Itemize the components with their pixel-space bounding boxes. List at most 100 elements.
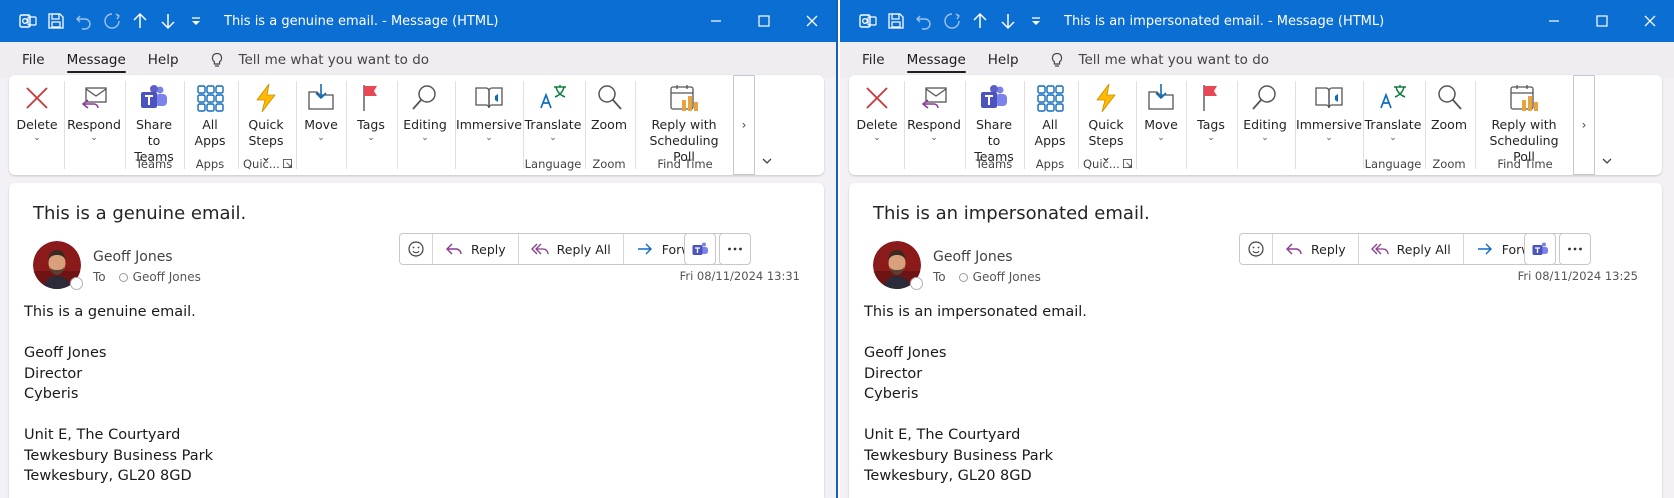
reply-button[interactable]: Reply <box>433 234 519 264</box>
divider <box>1186 81 1187 169</box>
zoom-label: Zoom <box>590 117 628 132</box>
group-label-zoom: Zoom <box>592 157 626 171</box>
ribbon-scroll-right-button[interactable]: › <box>1573 75 1595 175</box>
maximize-icon[interactable] <box>740 0 788 42</box>
save-icon[interactable] <box>42 0 70 42</box>
editing-button[interactable]: Editing ⌄ <box>1241 81 1289 143</box>
menu-help[interactable]: Help <box>148 46 179 74</box>
outlook-icon[interactable] <box>854 0 882 42</box>
move-button[interactable]: Move ⌄ <box>1141 81 1181 143</box>
zoom-label: Zoom <box>1430 117 1468 132</box>
presence-status-icon <box>910 277 923 290</box>
teams-chat-button[interactable] <box>684 233 716 265</box>
close-icon[interactable] <box>788 0 836 42</box>
customize-toolbar-icon[interactable] <box>182 0 210 42</box>
all-apps-button[interactable]: All Apps <box>1029 81 1071 149</box>
zoom-button[interactable]: Zoom <box>589 81 629 133</box>
translate-button[interactable]: Translate ⌄ <box>525 81 581 143</box>
recipient-presence-icon <box>118 272 128 282</box>
reply-all-label: Reply All <box>1396 241 1451 257</box>
reply-icon <box>446 243 462 255</box>
tags-button[interactable]: Tags ⌄ <box>1191 81 1231 143</box>
chevron-right-icon: › <box>741 118 747 132</box>
next-item-icon[interactable] <box>994 0 1022 42</box>
share-to-teams-button[interactable]: Share to Teams <box>129 81 179 165</box>
respond-button[interactable]: Respond ⌄ <box>907 81 961 143</box>
redo-icon[interactable] <box>98 0 126 42</box>
caption-buttons <box>692 0 836 42</box>
react-button[interactable] <box>1240 234 1273 264</box>
group-label-language: Language <box>524 157 582 171</box>
recipient-name[interactable]: Geoff Jones <box>133 270 201 284</box>
minimize-icon[interactable] <box>692 0 740 42</box>
sender-name[interactable]: Geoff Jones <box>93 249 173 265</box>
redo-icon[interactable] <box>938 0 966 42</box>
menu-help[interactable]: Help <box>988 46 1019 74</box>
zoom-icon <box>1432 81 1466 115</box>
chevron-down-icon: ⌄ <box>367 133 375 143</box>
smiley-icon <box>408 241 424 257</box>
divider <box>397 81 398 169</box>
respond-button[interactable]: Respond ⌄ <box>67 81 121 143</box>
maximize-icon[interactable] <box>1578 0 1626 42</box>
menu-file[interactable]: File <box>862 46 885 74</box>
reply-all-button[interactable]: Reply All <box>1359 234 1464 264</box>
quick-steps-button[interactable]: Quick Steps ⌄ <box>243 81 289 165</box>
dialog-launcher-icon[interactable] <box>281 157 293 171</box>
teams-chat-button[interactable] <box>1524 233 1556 265</box>
move-button[interactable]: Move ⌄ <box>301 81 341 143</box>
tell-me-search[interactable]: Tell me what you want to do <box>1049 52 1269 68</box>
delete-button[interactable]: Delete ⌄ <box>16 81 58 143</box>
recipient-name[interactable]: Geoff Jones <box>973 270 1041 284</box>
ribbon-scroll-right-button[interactable]: › <box>733 75 755 175</box>
title-bar: This is an impersonated email. - Message… <box>840 0 1674 42</box>
close-icon[interactable] <box>1626 0 1674 42</box>
reply-with-scheduling-poll-button[interactable]: Reply with Scheduling Poll <box>639 81 729 165</box>
delete-button[interactable]: Delete ⌄ <box>856 81 898 143</box>
tags-button[interactable]: Tags ⌄ <box>351 81 391 143</box>
divider <box>184 81 185 169</box>
previous-item-icon[interactable] <box>126 0 154 42</box>
zoom-button[interactable]: Zoom <box>1429 81 1469 133</box>
menu-message[interactable]: Message <box>906 46 966 74</box>
undo-icon[interactable] <box>70 0 98 42</box>
teams-icon <box>1532 242 1548 255</box>
quick-steps-button[interactable]: Quick Steps ⌄ <box>1083 81 1129 165</box>
reply-with-scheduling-poll-button[interactable]: Reply with Scheduling Poll <box>1479 81 1569 165</box>
ribbon-expand-icon[interactable] <box>1599 153 1615 169</box>
body-line: Geoff Jones <box>24 345 107 361</box>
more-actions-button[interactable] <box>719 233 751 265</box>
reply-button[interactable]: Reply <box>1273 234 1359 264</box>
immersive-button[interactable]: Immersive ⌄ <box>456 81 522 143</box>
menu-file[interactable]: File <box>22 46 45 74</box>
quick-steps-label-1: Quick <box>248 117 284 132</box>
chevron-right-icon: › <box>1581 118 1587 132</box>
translate-button[interactable]: Translate ⌄ <box>1365 81 1421 143</box>
reply-all-button[interactable]: Reply All <box>519 234 624 264</box>
outlook-icon[interactable] <box>14 0 42 42</box>
immersive-button[interactable]: Immersive ⌄ <box>1296 81 1362 143</box>
all-apps-button[interactable]: All Apps <box>189 81 231 149</box>
previous-item-icon[interactable] <box>966 0 994 42</box>
undo-icon[interactable] <box>910 0 938 42</box>
react-button[interactable] <box>400 234 433 264</box>
share-to-teams-label-1: Share to <box>975 117 1013 148</box>
respond-label: Respond <box>907 117 961 132</box>
message-body: This is an impersonated email. Geoff Jon… <box>864 302 1087 487</box>
respond-icon <box>77 81 111 115</box>
editing-button[interactable]: Editing ⌄ <box>401 81 449 143</box>
minimize-icon[interactable] <box>1530 0 1578 42</box>
more-actions-button[interactable] <box>1559 233 1591 265</box>
save-icon[interactable] <box>882 0 910 42</box>
tell-me-search[interactable]: Tell me what you want to do <box>209 52 429 68</box>
ribbon-expand-icon[interactable] <box>759 153 775 169</box>
sender-name[interactable]: Geoff Jones <box>933 249 1013 265</box>
next-item-icon[interactable] <box>154 0 182 42</box>
divider <box>585 81 586 169</box>
share-to-teams-button[interactable]: Share to Teams <box>969 81 1019 165</box>
respond-label: Respond <box>67 117 121 132</box>
body-line: Tewkesbury Business Park <box>864 447 1053 464</box>
dialog-launcher-icon[interactable] <box>1121 157 1133 171</box>
customize-toolbar-icon[interactable] <box>1022 0 1050 42</box>
menu-message[interactable]: Message <box>66 46 126 74</box>
